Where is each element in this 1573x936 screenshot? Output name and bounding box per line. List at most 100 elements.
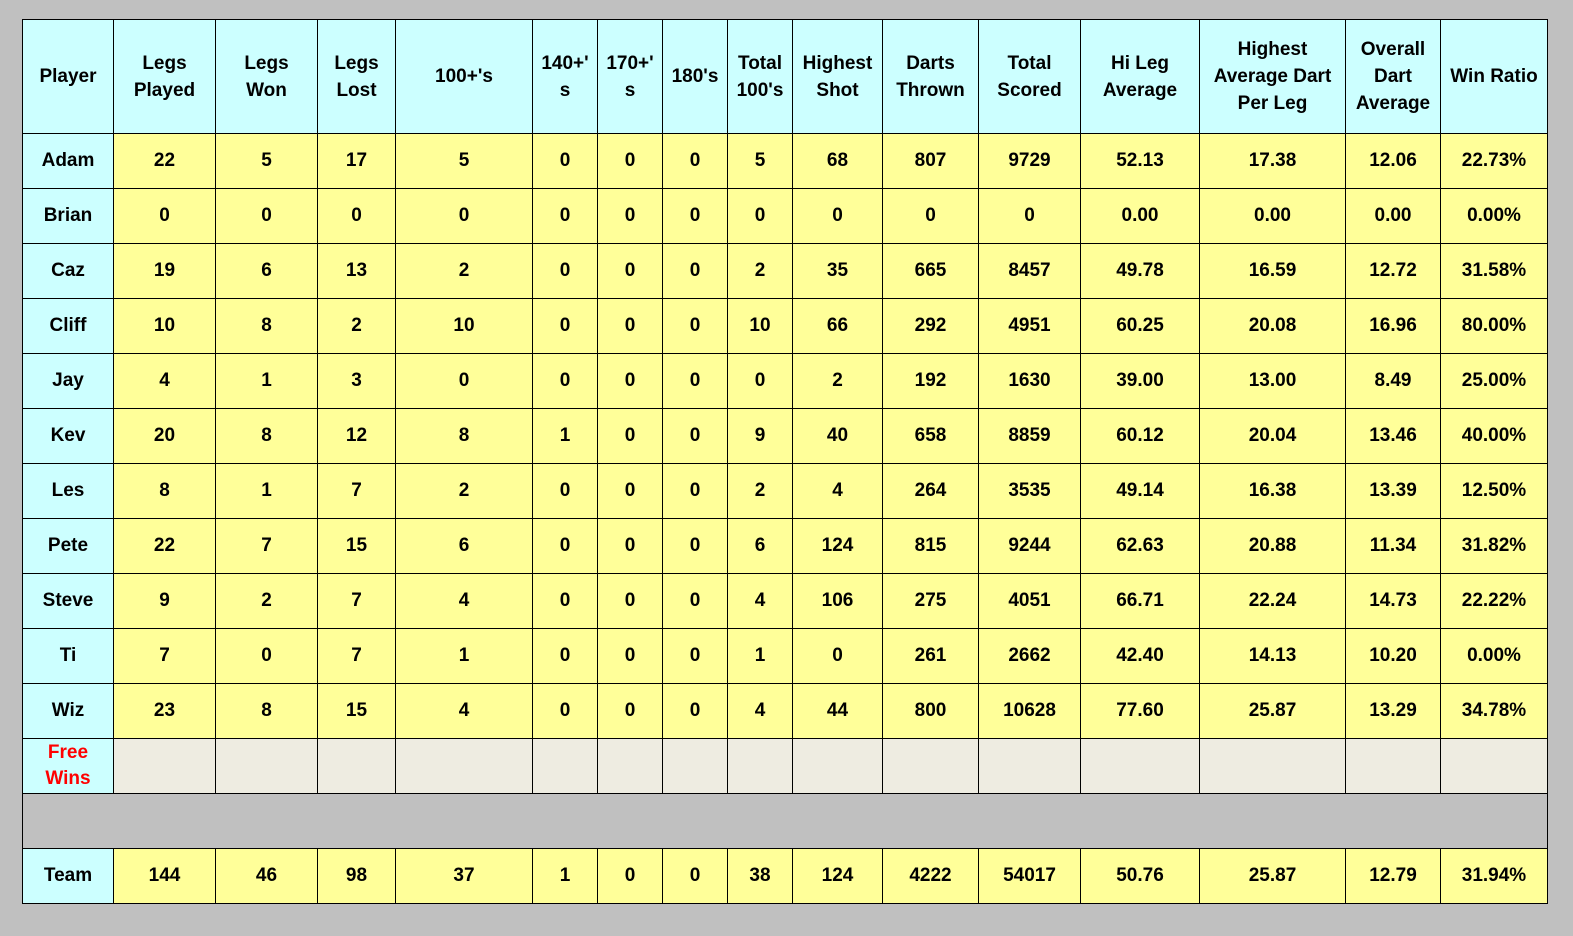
stat-cell[interactable]: 0 (395, 353, 533, 409)
player-name-cell[interactable]: Pete (22, 518, 114, 574)
stat-cell[interactable]: 0 (532, 518, 598, 574)
header-cell[interactable]: Highest Shot (792, 19, 883, 134)
stat-cell[interactable]: 0 (215, 188, 318, 244)
player-name-cell[interactable]: Caz (22, 243, 114, 299)
stat-cell[interactable]: 8 (215, 298, 318, 354)
stat-cell[interactable]: 10628 (978, 683, 1081, 739)
stat-cell[interactable]: 13 (317, 243, 396, 299)
stat-cell[interactable]: 0 (792, 188, 883, 244)
stat-cell[interactable]: 5 (395, 133, 533, 189)
stat-cell[interactable]: 22.73% (1440, 133, 1548, 189)
stat-cell[interactable]: 0 (597, 353, 663, 409)
stat-cell[interactable]: 0 (978, 188, 1081, 244)
stat-cell[interactable]: 0.00 (1080, 188, 1200, 244)
empty-cell[interactable] (727, 738, 793, 794)
stat-cell[interactable]: 13.46 (1345, 408, 1441, 464)
stat-cell[interactable]: 14.13 (1199, 628, 1346, 684)
free-wins-label[interactable]: Free Wins (22, 738, 114, 794)
stat-cell[interactable]: 20 (113, 408, 216, 464)
stat-cell[interactable]: 292 (882, 298, 979, 354)
stat-cell[interactable]: 264 (882, 463, 979, 519)
empty-cell[interactable] (113, 738, 216, 794)
stat-cell[interactable]: 0 (662, 188, 728, 244)
player-name-cell[interactable]: Adam (22, 133, 114, 189)
stat-cell[interactable]: 15 (317, 683, 396, 739)
player-name-cell[interactable]: Team (22, 848, 114, 904)
stat-cell[interactable]: 6 (215, 243, 318, 299)
stat-cell[interactable]: 68 (792, 133, 883, 189)
empty-cell[interactable] (532, 738, 598, 794)
stat-cell[interactable]: 1630 (978, 353, 1081, 409)
stat-cell[interactable]: 0 (395, 188, 533, 244)
stat-cell[interactable]: 192 (882, 353, 979, 409)
stat-cell[interactable]: 10 (395, 298, 533, 354)
stat-cell[interactable]: 22.24 (1199, 573, 1346, 629)
stat-cell[interactable]: 35 (792, 243, 883, 299)
header-cell[interactable]: Darts Thrown (882, 19, 979, 134)
stat-cell[interactable]: 7 (317, 463, 396, 519)
stat-cell[interactable]: 275 (882, 573, 979, 629)
stat-cell[interactable]: 16.96 (1345, 298, 1441, 354)
stat-cell[interactable]: 800 (882, 683, 979, 739)
stat-cell[interactable]: 0.00 (1345, 188, 1441, 244)
empty-cell[interactable] (792, 738, 883, 794)
stat-cell[interactable]: 8.49 (1345, 353, 1441, 409)
stat-cell[interactable]: 7 (215, 518, 318, 574)
stat-cell[interactable]: 12.72 (1345, 243, 1441, 299)
stat-cell[interactable]: 31.82% (1440, 518, 1548, 574)
stat-cell[interactable]: 0 (662, 463, 728, 519)
empty-cell[interactable] (395, 738, 533, 794)
stat-cell[interactable]: 12 (317, 408, 396, 464)
stat-cell[interactable]: 3535 (978, 463, 1081, 519)
stat-cell[interactable]: 0 (532, 628, 598, 684)
player-name-cell[interactable]: Brian (22, 188, 114, 244)
stat-cell[interactable]: 9244 (978, 518, 1081, 574)
stat-cell[interactable]: 4 (792, 463, 883, 519)
stat-cell[interactable]: 52.13 (1080, 133, 1200, 189)
player-name-cell[interactable]: Jay (22, 353, 114, 409)
stat-cell[interactable]: 77.60 (1080, 683, 1200, 739)
stat-cell[interactable]: 0 (792, 628, 883, 684)
stat-cell[interactable]: 20.04 (1199, 408, 1346, 464)
stat-cell[interactable]: 40.00% (1440, 408, 1548, 464)
stat-cell[interactable]: 14.73 (1345, 573, 1441, 629)
stat-cell[interactable]: 10 (113, 298, 216, 354)
stat-cell[interactable]: 11.34 (1345, 518, 1441, 574)
stat-cell[interactable]: 2 (792, 353, 883, 409)
stat-cell[interactable]: 0 (597, 463, 663, 519)
empty-cell[interactable] (1080, 738, 1200, 794)
stat-cell[interactable]: 0 (662, 628, 728, 684)
stat-cell[interactable]: 22 (113, 133, 216, 189)
stat-cell[interactable]: 34.78% (1440, 683, 1548, 739)
stat-cell[interactable]: 60.25 (1080, 298, 1200, 354)
stat-cell[interactable]: 17.38 (1199, 133, 1346, 189)
stat-cell[interactable]: 0.00 (1199, 188, 1346, 244)
stat-cell[interactable]: 1 (532, 848, 598, 904)
stat-cell[interactable]: 0 (215, 628, 318, 684)
stat-cell[interactable]: 2 (727, 463, 793, 519)
stat-cell[interactable]: 0 (597, 298, 663, 354)
stat-cell[interactable]: 60.12 (1080, 408, 1200, 464)
stat-cell[interactable]: 42.40 (1080, 628, 1200, 684)
stat-cell[interactable]: 4 (727, 573, 793, 629)
stat-cell[interactable]: 8 (215, 408, 318, 464)
stat-cell[interactable]: 8 (395, 408, 533, 464)
stat-cell[interactable]: 80.00% (1440, 298, 1548, 354)
empty-cell[interactable] (1440, 738, 1548, 794)
stat-cell[interactable]: 0 (532, 133, 598, 189)
stat-cell[interactable]: 66.71 (1080, 573, 1200, 629)
stat-cell[interactable]: 22 (113, 518, 216, 574)
stat-cell[interactable]: 2 (215, 573, 318, 629)
stat-cell[interactable]: 0 (597, 518, 663, 574)
header-cell[interactable]: Highest Average Dart Per Leg (1199, 19, 1346, 134)
player-name-cell[interactable]: Steve (22, 573, 114, 629)
stat-cell[interactable]: 0 (662, 518, 728, 574)
spacer-cell[interactable] (22, 793, 1548, 849)
stat-cell[interactable]: 0 (662, 848, 728, 904)
stat-cell[interactable]: 5 (727, 133, 793, 189)
stat-cell[interactable]: 37 (395, 848, 533, 904)
stat-cell[interactable]: 4222 (882, 848, 979, 904)
stat-cell[interactable]: 98 (317, 848, 396, 904)
stat-cell[interactable]: 0 (662, 298, 728, 354)
empty-cell[interactable] (215, 738, 318, 794)
